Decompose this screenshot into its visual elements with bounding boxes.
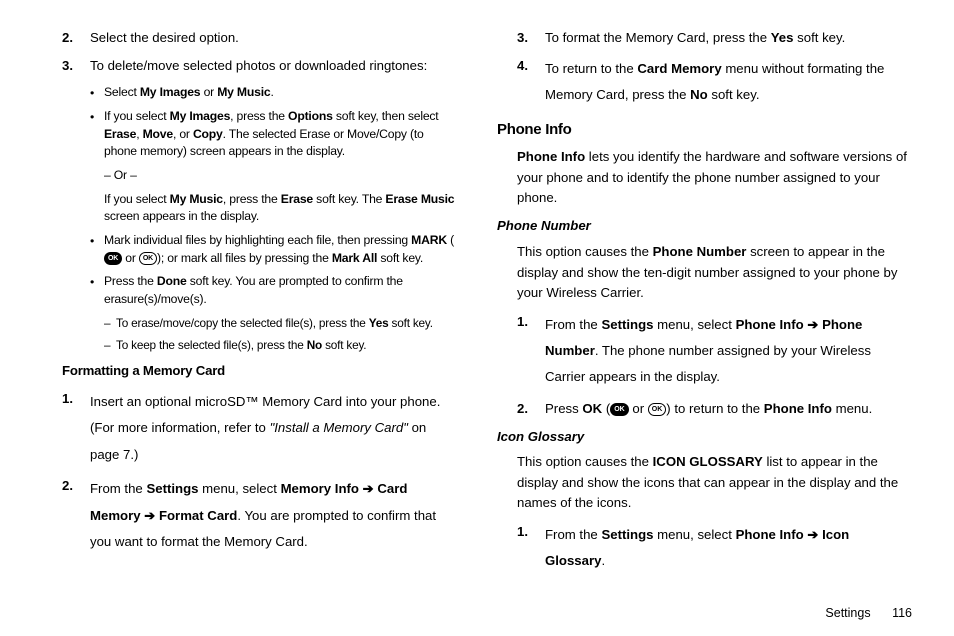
format-step-2: 2. From the Settings menu, select Memory… [62, 476, 457, 555]
dash-mark: – [104, 315, 116, 333]
right-column: 3. To format the Memory Card, press the … [497, 28, 912, 588]
phone-info-para: Phone Info lets you identify the hardwar… [517, 147, 912, 208]
step-text: Press OK (OK or OK) to return to the Pho… [545, 399, 912, 419]
ok-icon-outline: OK [139, 252, 157, 265]
bullet-dot: • [90, 232, 104, 267]
ok-icon-filled: OK [104, 252, 122, 265]
dash-no: – To keep the selected file(s), press th… [104, 337, 457, 355]
icon-glossary-para: This option causes the ICON GLOSSARY lis… [517, 452, 912, 513]
step-number: 2. [62, 476, 90, 555]
step-number: 1. [62, 389, 90, 468]
phone-number-para: This option causes the Phone Number scre… [517, 242, 912, 303]
heading-phone-info: Phone Info [497, 119, 912, 142]
step-number: 2. [517, 399, 545, 419]
format-step-1: 1. Insert an optional microSD™ Memory Ca… [62, 389, 457, 468]
bullet-mark: • Mark individual files by highlighting … [90, 232, 457, 267]
bullet-text: Mark individual files by highlighting ea… [104, 232, 457, 267]
step-text: Insert an optional microSD™ Memory Card … [90, 389, 457, 468]
step-text: To format the Memory Card, press the Yes… [545, 28, 912, 48]
bullet-select: • Select My Images or My Music. [90, 84, 457, 102]
step-3: 3. To delete/move selected photos or dow… [62, 56, 457, 76]
phone-number-step-1: 1. From the Settings menu, select Phone … [517, 312, 912, 391]
step-2: 2. Select the desired option. [62, 28, 457, 48]
step-text: Select the desired option. [90, 28, 457, 48]
step-number: 2. [62, 28, 90, 48]
ok-icon-outline: OK [648, 403, 667, 416]
format-step-3: 3. To format the Memory Card, press the … [517, 28, 912, 48]
bullet-dot: • [90, 273, 104, 308]
phone-number-step-2: 2. Press OK (OK or OK) to return to the … [517, 399, 912, 419]
ok-icon-filled: OK [610, 403, 629, 416]
footer-page-number: 116 [892, 606, 912, 620]
icon-glossary-step-1: 1. From the Settings menu, select Phone … [517, 522, 912, 575]
dash-mark: – [104, 337, 116, 355]
if-music: If you select My Music, press the Erase … [104, 191, 457, 226]
step-text: To delete/move selected photos or downlo… [90, 56, 457, 76]
step-text: From the Settings menu, select Phone Inf… [545, 312, 912, 391]
heading-phone-number: Phone Number [497, 216, 912, 236]
dash-yes: – To erase/move/copy the selected file(s… [104, 315, 457, 333]
left-column: 2. Select the desired option. 3. To dele… [42, 28, 457, 588]
step-number: 1. [517, 312, 545, 391]
bullet-text: Select My Images or My Music. [104, 84, 457, 102]
format-step-4: 4. To return to the Card Memory menu wit… [517, 56, 912, 109]
step-text: From the Settings menu, select Phone Inf… [545, 522, 912, 575]
step-text: To return to the Card Memory menu withou… [545, 56, 912, 109]
two-column-layout: 2. Select the desired option. 3. To dele… [42, 28, 912, 588]
bullet-text: If you select My Images, press the Optio… [104, 108, 457, 161]
heading-formatting: Formatting a Memory Card [62, 361, 457, 381]
step-number: 3. [517, 28, 545, 48]
step-number: 3. [62, 56, 90, 76]
page-footer: Settings 116 [825, 606, 912, 620]
footer-section: Settings [825, 606, 870, 620]
bullet-dot: • [90, 84, 104, 102]
bullet-text: Press the Done soft key. You are prompte… [104, 273, 457, 308]
step-text: From the Settings menu, select Memory In… [90, 476, 457, 555]
or-divider: – Or – [104, 167, 457, 185]
dash-text: To keep the selected file(s), press the … [116, 337, 457, 355]
bullet-done: • Press the Done soft key. You are promp… [90, 273, 457, 308]
dash-text: To erase/move/copy the selected file(s),… [116, 315, 457, 333]
bullet-dot: • [90, 108, 104, 161]
bullet-if-images: • If you select My Images, press the Opt… [90, 108, 457, 161]
heading-icon-glossary: Icon Glossary [497, 427, 912, 447]
step-number: 4. [517, 56, 545, 109]
step-number: 1. [517, 522, 545, 575]
